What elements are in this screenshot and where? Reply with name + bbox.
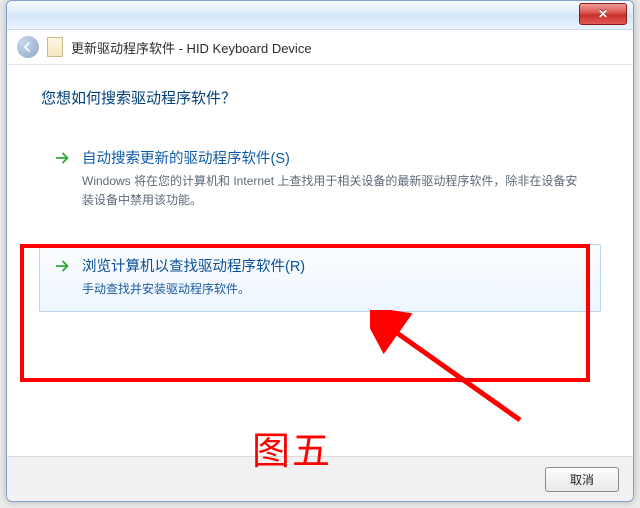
cancel-button-label: 取消 (570, 471, 594, 488)
breadcrumb: 更新驱动程序软件 - HID Keyboard Device (7, 30, 633, 65)
arrow-right-icon (54, 257, 72, 275)
option-browse-title: 浏览计算机以查找驱动程序软件(R) (82, 255, 586, 276)
arrow-right-icon (54, 149, 72, 167)
window-title: 更新驱动程序软件 - HID Keyboard Device (71, 38, 312, 57)
client-area: 您想如何搜索驱动程序软件？ 自动搜索更新的驱动程序软件(S) Windows 将… (7, 65, 633, 312)
figure-label: 图五 (252, 420, 332, 475)
option-auto-title: 自动搜索更新的驱动程序软件(S) (82, 147, 586, 168)
close-icon: ✕ (598, 7, 608, 21)
option-browse-desc: 手动查找并安装驱动程序软件。 (82, 280, 586, 299)
back-button[interactable] (17, 36, 39, 58)
close-button[interactable]: ✕ (579, 3, 627, 25)
option-browse-computer[interactable]: 浏览计算机以查找驱动程序软件(R) 手动查找并安装驱动程序软件。 (39, 244, 601, 312)
stage: ✕ 更新驱动程序软件 - HID Keyboard Device 您想如何搜索驱… (0, 0, 640, 508)
option-auto-search[interactable]: 自动搜索更新的驱动程序软件(S) Windows 将在您的计算机和 Intern… (39, 136, 601, 222)
back-arrow-icon (23, 42, 33, 52)
cancel-button[interactable]: 取消 (545, 467, 619, 492)
spacer (37, 226, 603, 240)
option-auto-desc: Windows 将在您的计算机和 Internet 上查找用于相关设备的最新驱动… (82, 172, 586, 209)
titlebar: ✕ (7, 1, 633, 30)
page-heading: 您想如何搜索驱动程序软件？ (41, 87, 603, 108)
device-icon (47, 37, 63, 57)
